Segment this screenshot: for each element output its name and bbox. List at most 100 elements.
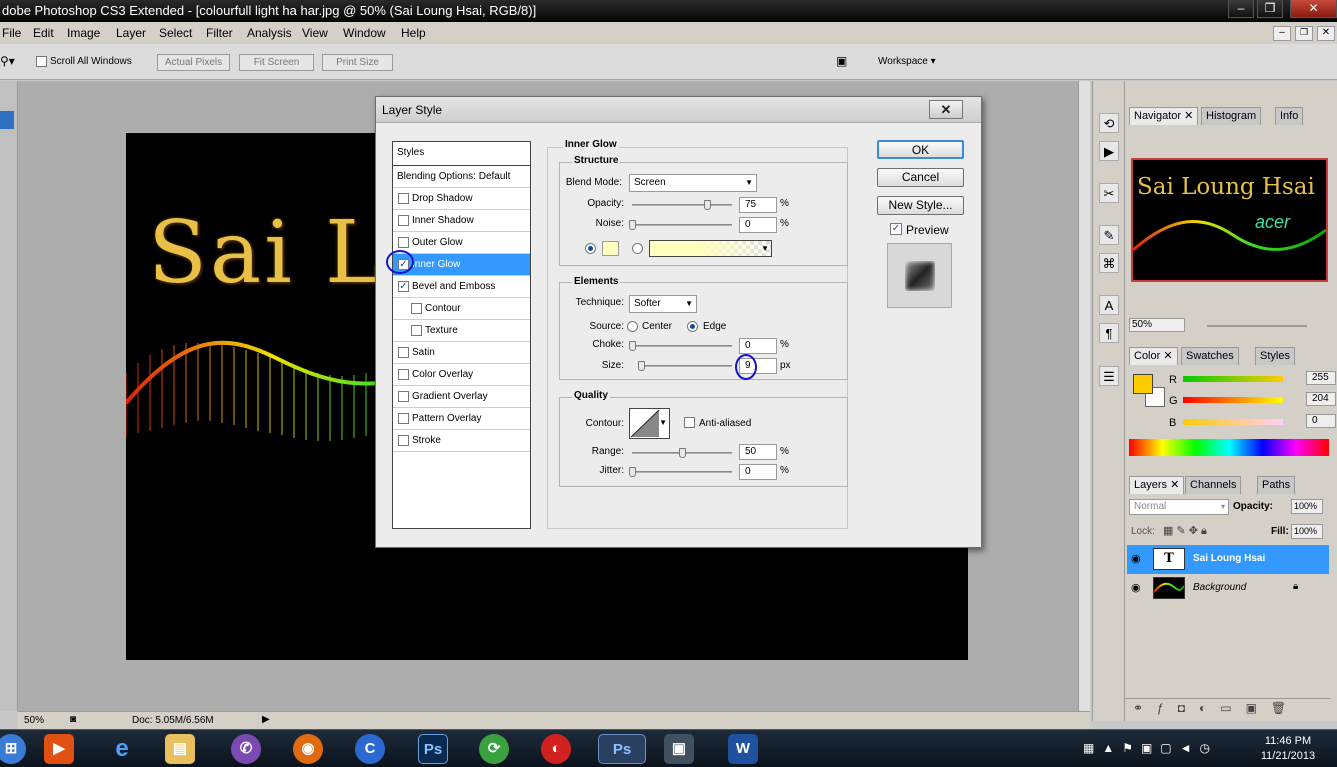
media-player-icon[interactable]: ▶ — [44, 734, 74, 764]
layer-blend-select[interactable]: Normal ▾ — [1129, 499, 1229, 515]
doc-restore-button[interactable]: ❐ — [1295, 26, 1313, 41]
noise-field[interactable]: 0 — [739, 217, 777, 233]
tray-icons[interactable]: ▦▲⚑▣▢◄◷ — [1083, 741, 1218, 755]
dialog-title-bar[interactable]: Layer Style ✕ — [376, 97, 981, 123]
preview-checkbox[interactable]: ✓ — [890, 223, 902, 235]
source-center-radio[interactable] — [627, 321, 638, 332]
style-checkbox[interactable] — [398, 237, 409, 248]
menu-image[interactable]: Image — [67, 26, 100, 40]
actual-pixels-button[interactable]: Actual Pixels — [157, 54, 230, 71]
style-item-bevel-and-emboss[interactable]: ✓ Bevel and Emboss — [393, 276, 530, 298]
menu-view[interactable]: View — [302, 26, 328, 40]
style-item-gradient-overlay[interactable]: Gradient Overlay — [393, 386, 530, 408]
blending-options[interactable]: Blending Options: Default — [393, 166, 530, 188]
clock-date[interactable]: 11/21/2013 — [1258, 750, 1318, 762]
style-checkbox[interactable] — [398, 435, 409, 446]
history-icon[interactable]: ⟲ — [1099, 113, 1119, 133]
start-button[interactable]: ⊞ — [0, 734, 26, 764]
jitter-slider-thumb[interactable] — [629, 467, 636, 477]
noise-slider-thumb[interactable] — [629, 220, 636, 230]
navigator-zoom-field[interactable]: 50% — [1129, 318, 1185, 332]
tab-paths[interactable]: Paths — [1257, 476, 1296, 494]
style-item-satin[interactable]: Satin — [393, 342, 530, 364]
photoshop-icon[interactable]: Ps — [418, 734, 448, 764]
eye-icon[interactable]: ◉ — [1131, 552, 1141, 565]
menu-file[interactable]: File — [2, 26, 21, 40]
choke-field[interactable]: 0 — [739, 338, 777, 354]
bridge-icon[interactable]: ▣ — [836, 54, 847, 68]
choke-slider[interactable] — [629, 341, 732, 351]
status-icon[interactable]: ◙ — [70, 714, 76, 725]
style-item-texture[interactable]: Texture — [393, 320, 530, 342]
style-checkbox[interactable] — [398, 215, 409, 226]
eye-icon[interactable]: ◉ — [1131, 581, 1141, 594]
ok-button[interactable]: OK — [877, 140, 964, 159]
clone-source-icon[interactable]: ⌘ — [1099, 253, 1119, 273]
style-checkbox[interactable] — [398, 369, 409, 380]
style-checkbox[interactable] — [398, 347, 409, 358]
contour-picker[interactable]: ▼ — [629, 408, 670, 439]
technique-select[interactable]: Softer ▼ — [629, 295, 697, 313]
viber-icon[interactable]: ✆ — [231, 734, 261, 764]
color-g-field[interactable]: 204 — [1306, 392, 1336, 406]
color-g-slider[interactable] — [1183, 397, 1283, 403]
photoshop-active-icon[interactable]: Ps — [598, 734, 646, 764]
menu-window[interactable]: Window — [343, 26, 386, 40]
range-field[interactable]: 50 — [739, 444, 777, 460]
close-button[interactable]: ✕ — [1290, 0, 1337, 18]
tab-color[interactable]: Color ✕ — [1129, 347, 1178, 365]
word-icon[interactable]: W — [728, 734, 758, 764]
jitter-slider[interactable] — [629, 467, 732, 477]
doc-close-button[interactable]: ✕ — [1317, 26, 1335, 41]
new-style-button[interactable]: New Style... — [877, 196, 964, 215]
menu-analysis[interactable]: Analysis — [247, 26, 292, 40]
tab-navigator[interactable]: Navigator ✕ — [1129, 107, 1199, 125]
glow-color-swatch[interactable] — [602, 241, 619, 256]
solid-color-radio[interactable] — [585, 243, 596, 254]
color-r-slider[interactable] — [1183, 376, 1283, 382]
tab-styles[interactable]: Styles — [1255, 347, 1295, 365]
noise-slider[interactable] — [629, 220, 732, 230]
style-checkbox[interactable]: ✓ — [398, 281, 409, 292]
lock-icons[interactable]: ▦ ✎ ✥ 🔒︎ — [1163, 524, 1207, 538]
vertical-scrollbar[interactable] — [1078, 81, 1090, 711]
browser-icon[interactable]: C — [355, 734, 385, 764]
actions-icon[interactable]: ▶ — [1099, 141, 1119, 161]
opacity-slider[interactable] — [632, 200, 732, 210]
gradient-radio[interactable] — [632, 243, 643, 254]
restore-button[interactable]: ❐ — [1257, 0, 1283, 18]
tab-swatches[interactable]: Swatches — [1181, 347, 1239, 365]
style-item-pattern-overlay[interactable]: Pattern Overlay — [393, 408, 530, 430]
menu-help[interactable]: Help — [401, 26, 426, 40]
styles-header[interactable]: Styles — [393, 142, 530, 166]
character-icon[interactable]: A — [1099, 295, 1119, 315]
status-menu-arrow-icon[interactable]: ▶ — [262, 714, 270, 725]
glow-gradient-picker[interactable]: ▼ — [649, 240, 772, 257]
navigator-thumbnail[interactable]: Sai Loung Hsai acer — [1131, 158, 1328, 282]
layer-row-background[interactable]: ◉ Background 🔒︎ — [1127, 574, 1329, 603]
range-slider[interactable] — [632, 448, 732, 458]
menu-filter[interactable]: Filter — [206, 26, 233, 40]
sync-icon[interactable]: ⟳ — [479, 734, 509, 764]
opacity-slider-thumb[interactable] — [704, 200, 711, 210]
color-b-field[interactable]: 0 — [1306, 414, 1336, 428]
menu-edit[interactable]: Edit — [33, 26, 54, 40]
jitter-field[interactable]: 0 — [739, 464, 777, 480]
workspace-button[interactable]: Workspace ▾ — [878, 56, 936, 67]
tab-histogram[interactable]: Histogram — [1201, 107, 1262, 125]
foreground-color-swatch[interactable] — [1133, 374, 1153, 394]
source-edge-radio[interactable] — [687, 321, 698, 332]
internet-explorer-icon[interactable]: e — [107, 734, 137, 764]
style-item-contour[interactable]: Contour — [393, 298, 530, 320]
zoom-tool-icon[interactable]: ⚲▾ — [0, 54, 15, 68]
paragraph-icon[interactable]: ¶ — [1099, 323, 1119, 343]
style-item-inner-shadow[interactable]: Inner Shadow — [393, 210, 530, 232]
style-item-stroke[interactable]: Stroke — [393, 430, 530, 452]
layer-opacity-field[interactable]: 100% — [1291, 499, 1323, 514]
tool-presets-icon[interactable]: ✂ — [1099, 183, 1119, 203]
color-b-slider[interactable] — [1183, 419, 1283, 425]
menu-layer[interactable]: Layer — [116, 26, 146, 40]
explorer-folder-icon[interactable]: ▤ — [165, 734, 195, 764]
choke-slider-thumb[interactable] — [629, 341, 636, 351]
range-slider-thumb[interactable] — [679, 448, 686, 458]
